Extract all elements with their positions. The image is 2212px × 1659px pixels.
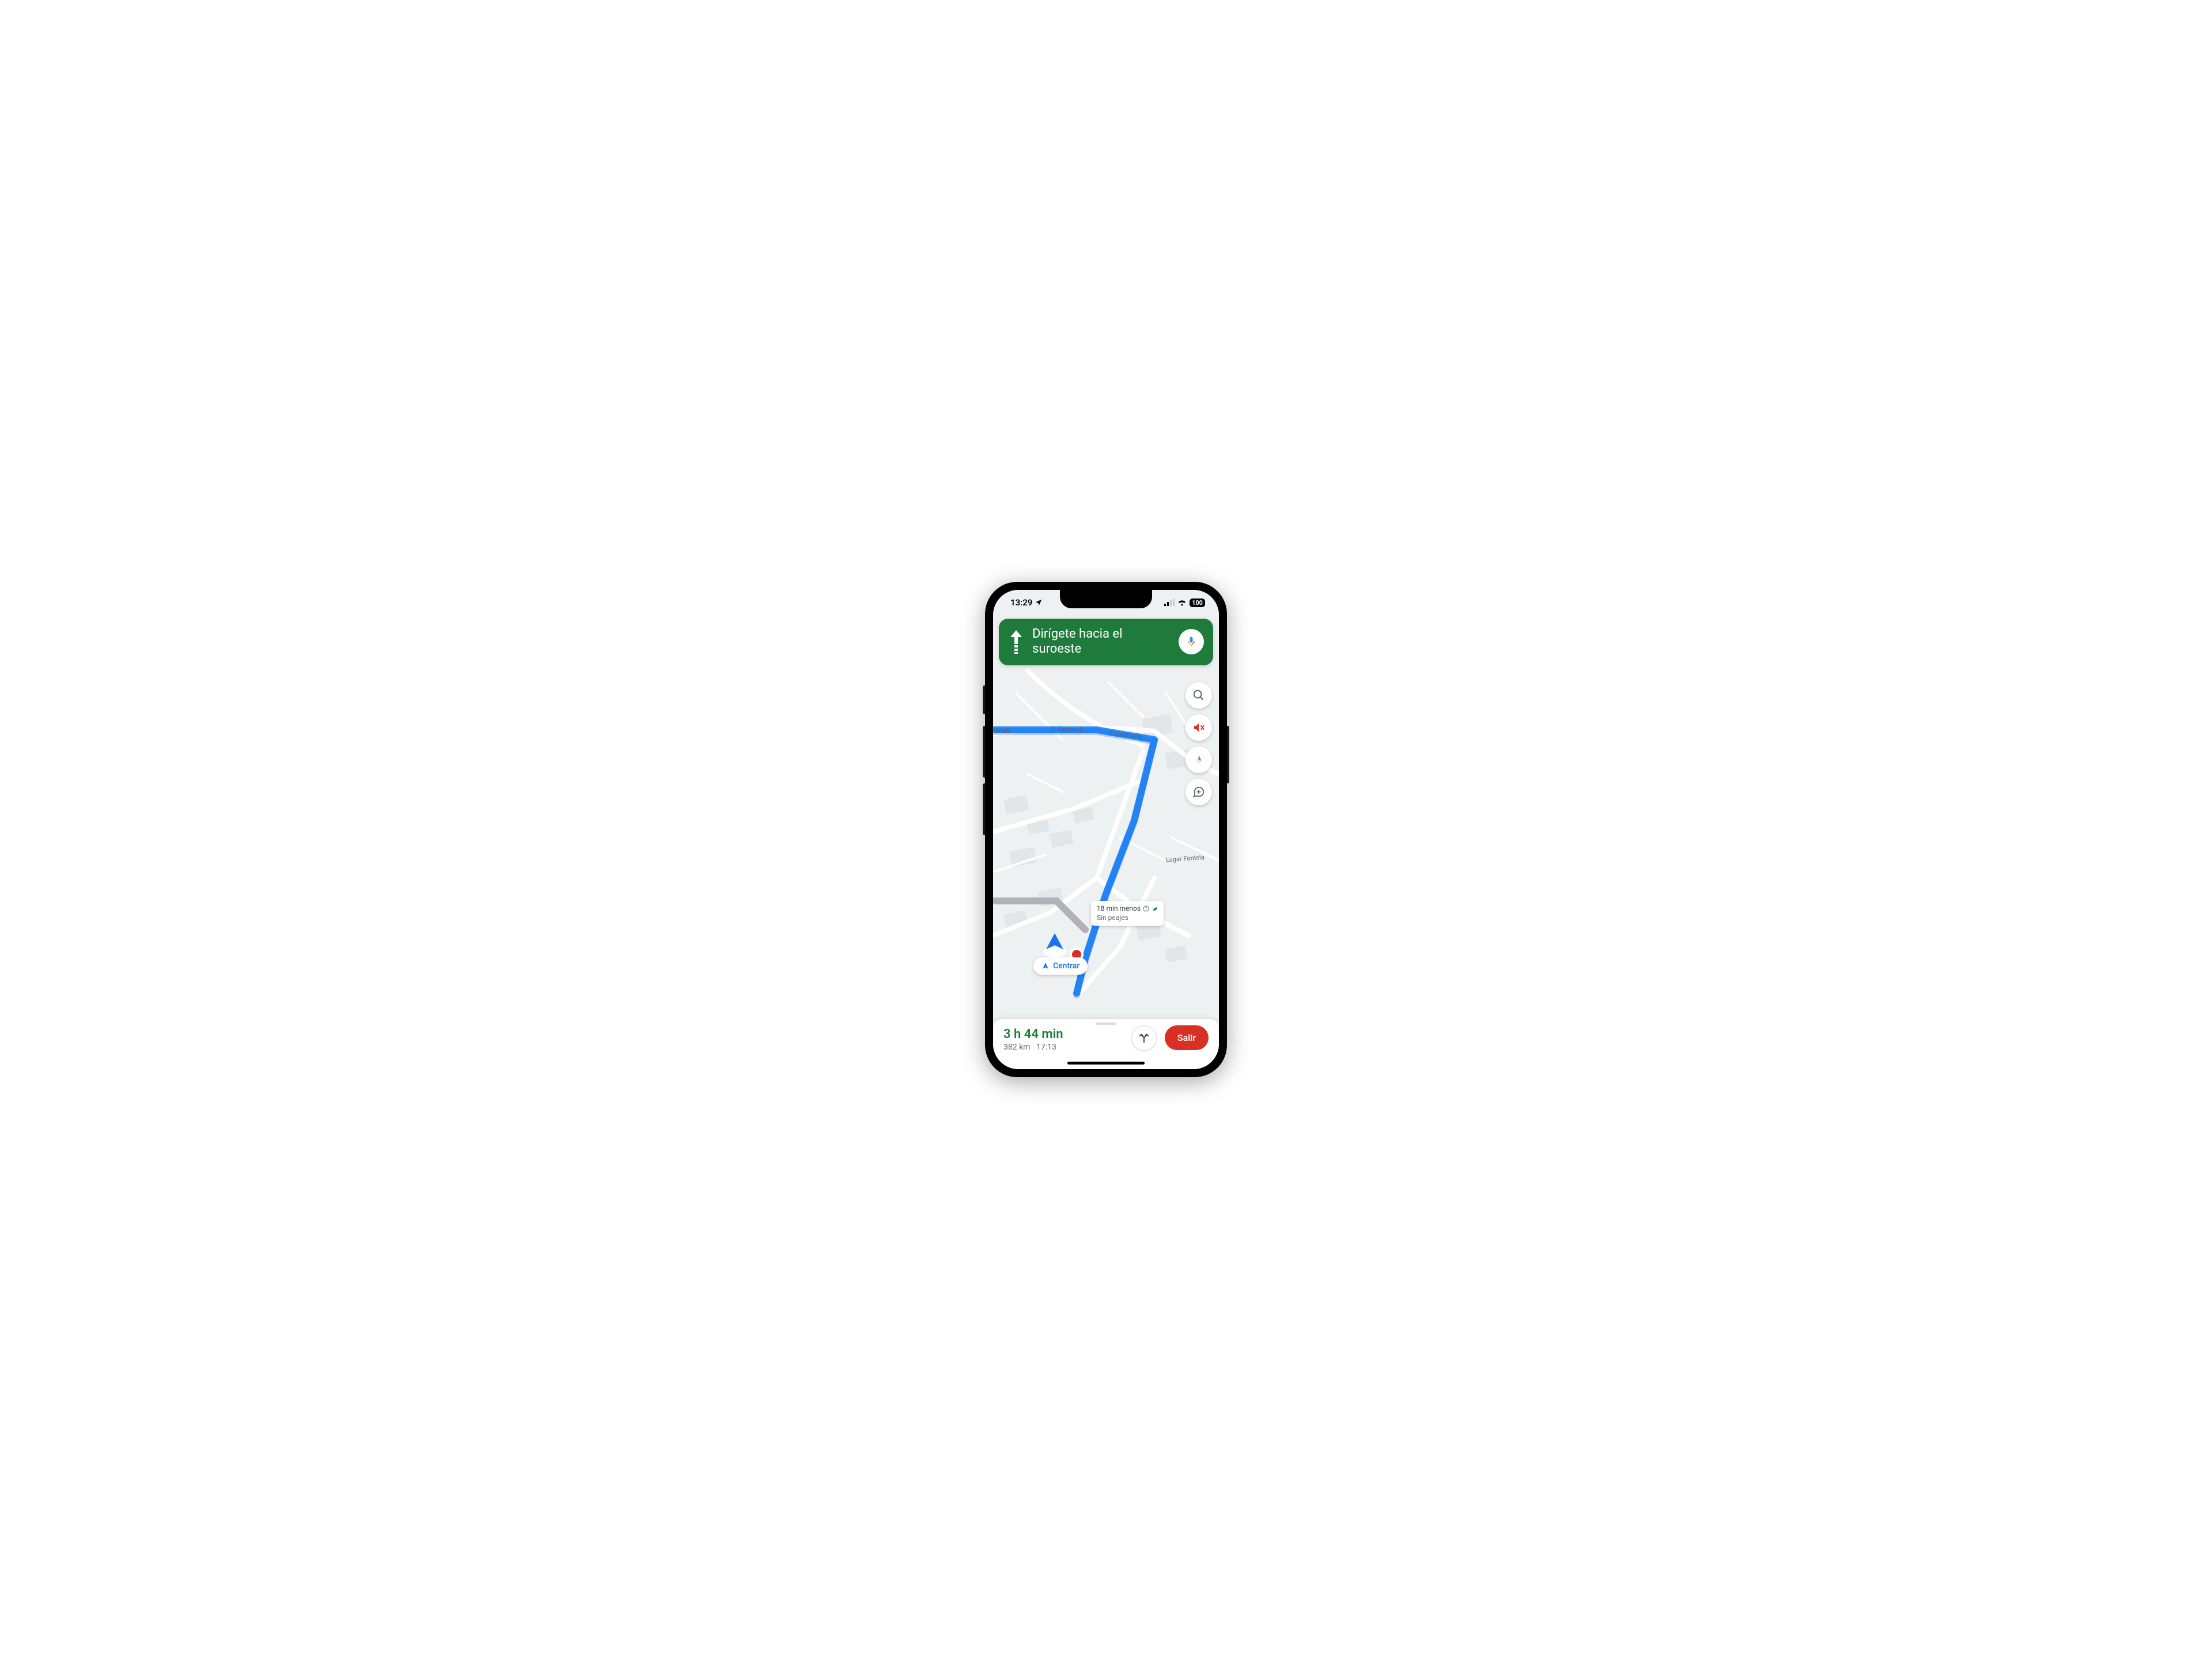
speech-plus-icon	[1192, 786, 1205, 798]
callout-tolls: Sin peajes	[1097, 914, 1158, 923]
route-options-icon	[1138, 1032, 1150, 1044]
phone-side-button	[1227, 726, 1229, 783]
street-label: C. Centinela	[1051, 725, 1085, 734]
direction-banner[interactable]: Dirígete hacia el suroeste	[999, 619, 1213, 665]
callout-time-saved: 18 min menos	[1097, 904, 1141, 914]
location-arrow-icon	[1035, 599, 1043, 607]
exit-label: Salir	[1177, 1032, 1196, 1043]
mute-button[interactable]	[1185, 714, 1212, 741]
cellular-signal-icon	[1164, 599, 1175, 606]
home-indicator[interactable]	[1067, 1062, 1145, 1065]
direction-instruction: Dirígete hacia el suroeste	[1032, 627, 1171, 657]
map-controls	[1185, 682, 1212, 805]
report-button[interactable]	[1185, 779, 1212, 805]
alt-route-callout[interactable]: 18 min menos Sin peajes	[1091, 901, 1164, 926]
info-icon	[1143, 906, 1149, 912]
navigation-arrow-icon	[1041, 962, 1050, 970]
volume-muted-icon	[1192, 721, 1205, 734]
compass-icon	[1192, 753, 1205, 766]
straight-arrow-icon	[1008, 629, 1024, 654]
recenter-label: Centrar	[1053, 961, 1080, 971]
routes-button[interactable]	[1131, 1025, 1157, 1051]
voice-search-button[interactable]	[1179, 629, 1204, 654]
phone-frame: 13:29 100	[985, 582, 1227, 1077]
eta-duration: 3 h 44 min	[1003, 1027, 1123, 1041]
current-position-marker	[1040, 930, 1069, 961]
exit-button[interactable]: Salir	[1165, 1025, 1209, 1050]
search-button[interactable]	[1185, 682, 1212, 709]
eta-distance-arrival: 382 km · 17:13	[1003, 1043, 1123, 1052]
search-icon	[1192, 689, 1205, 702]
status-time: 13:29	[1010, 597, 1032, 608]
screen: 13:29 100	[993, 590, 1219, 1069]
battery-level: 100	[1190, 599, 1205, 607]
leaf-icon	[1152, 906, 1158, 912]
wifi-icon	[1177, 599, 1187, 606]
street-label: tinela	[995, 727, 1011, 734]
microphone-icon	[1185, 636, 1197, 647]
phone-notch	[1060, 590, 1152, 608]
sheet-handle[interactable]	[1096, 1022, 1116, 1025]
recenter-button[interactable]: Centrar	[1033, 957, 1088, 975]
compass-button[interactable]	[1185, 747, 1212, 773]
